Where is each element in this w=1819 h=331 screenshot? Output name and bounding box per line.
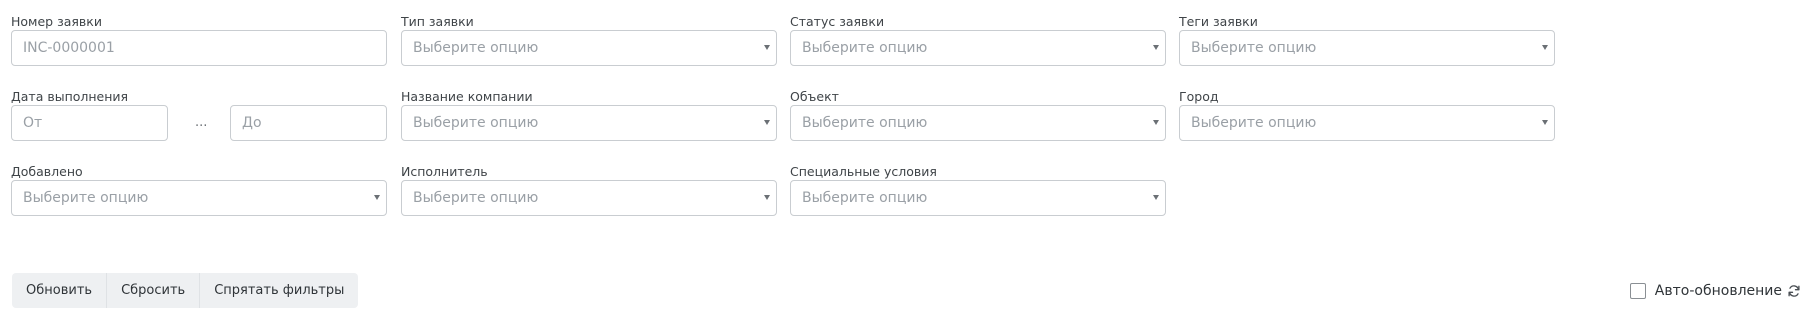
city-field: Город Выберите опцию bbox=[1179, 89, 1555, 142]
special-conditions-label: Специальные условия bbox=[790, 164, 937, 179]
chevron-down-icon bbox=[1153, 45, 1159, 50]
request-number-placeholder: INC-0000001 bbox=[23, 40, 115, 56]
chevron-down-icon bbox=[1542, 120, 1548, 125]
added-label: Добавлено bbox=[11, 164, 83, 179]
city-select[interactable]: Выберите опцию bbox=[1179, 105, 1555, 141]
special-conditions-select[interactable]: Выберите опцию bbox=[790, 180, 1166, 216]
chevron-down-icon bbox=[1153, 120, 1159, 125]
executor-placeholder: Выберите опцию bbox=[413, 190, 539, 206]
hide-filters-button[interactable]: Спрятать фильтры bbox=[200, 273, 358, 308]
request-tags-label: Теги заявки bbox=[1179, 14, 1258, 29]
chevron-down-icon bbox=[374, 195, 380, 200]
request-number-input[interactable]: INC-0000001 bbox=[11, 30, 387, 66]
request-status-label: Статус заявки bbox=[790, 14, 885, 29]
date-range-separator: ... bbox=[195, 115, 208, 130]
executor-label: Исполнитель bbox=[401, 164, 488, 179]
request-type-field: Тип заявки Выберите опцию bbox=[401, 14, 777, 67]
added-field: Добавлено Выберите опцию bbox=[11, 164, 387, 217]
completion-date-label: Дата выполнения bbox=[11, 89, 129, 104]
auto-refresh-toggle[interactable]: Авто-обновление bbox=[1629, 281, 1801, 301]
request-status-select[interactable]: Выберите опцию bbox=[790, 30, 1166, 66]
request-status-field: Статус заявки Выберите опцию bbox=[790, 14, 1166, 67]
city-placeholder: Выберите опцию bbox=[1191, 115, 1317, 131]
request-type-select[interactable]: Выберите опцию bbox=[401, 30, 777, 66]
date-from-placeholder: От bbox=[23, 115, 43, 131]
executor-select[interactable]: Выберите опцию bbox=[401, 180, 777, 216]
request-type-placeholder: Выберите опцию bbox=[413, 40, 539, 56]
request-number-field: Номер заявки INC-0000001 bbox=[11, 14, 387, 67]
refresh-icon bbox=[1788, 285, 1800, 297]
filter-actions: Обновить Сбросить Спрятать фильтры bbox=[12, 273, 359, 308]
added-select[interactable]: Выберите опцию bbox=[11, 180, 387, 216]
object-placeholder: Выберите опцию bbox=[802, 115, 928, 131]
executor-field: Исполнитель Выберите опцию bbox=[401, 164, 777, 217]
special-conditions-placeholder: Выберите опцию bbox=[802, 190, 928, 206]
request-type-label: Тип заявки bbox=[401, 14, 474, 29]
auto-refresh-label: Авто-обновление bbox=[1654, 283, 1782, 299]
filter-panel: Номер заявки INC-0000001 Тип заявки Выбе… bbox=[0, 0, 1819, 331]
company-name-field: Название компании Выберите опцию bbox=[401, 89, 777, 142]
chevron-down-icon bbox=[764, 195, 770, 200]
request-status-placeholder: Выберите опцию bbox=[802, 40, 928, 56]
object-label: Объект bbox=[790, 89, 839, 104]
company-name-select[interactable]: Выберите опцию bbox=[401, 105, 777, 141]
added-placeholder: Выберите опцию bbox=[23, 190, 149, 206]
reset-button[interactable]: Сбросить bbox=[107, 273, 201, 308]
company-name-label: Название компании bbox=[401, 89, 533, 104]
object-field: Объект Выберите опцию bbox=[790, 89, 1166, 142]
date-to-input[interactable]: До bbox=[230, 105, 387, 141]
chevron-down-icon bbox=[764, 120, 770, 125]
object-select[interactable]: Выберите опцию bbox=[790, 105, 1166, 141]
completion-date-field: Дата выполнения От ... До bbox=[11, 89, 387, 142]
chevron-down-icon bbox=[1542, 45, 1548, 50]
auto-refresh-checkbox[interactable] bbox=[1629, 283, 1646, 299]
company-name-placeholder: Выберите опцию bbox=[413, 115, 539, 131]
special-conditions-field: Специальные условия Выберите опцию bbox=[790, 164, 1166, 217]
chevron-down-icon bbox=[1153, 195, 1159, 200]
request-tags-field: Теги заявки Выберите опцию bbox=[1179, 14, 1555, 67]
refresh-button[interactable]: Обновить bbox=[12, 273, 108, 308]
city-label: Город bbox=[1179, 89, 1219, 104]
request-tags-select[interactable]: Выберите опцию bbox=[1179, 30, 1555, 66]
request-number-label: Номер заявки bbox=[11, 14, 102, 29]
date-to-placeholder: До bbox=[242, 115, 262, 131]
chevron-down-icon bbox=[764, 45, 770, 50]
request-tags-placeholder: Выберите опцию bbox=[1191, 40, 1317, 56]
date-from-input[interactable]: От bbox=[11, 105, 168, 141]
